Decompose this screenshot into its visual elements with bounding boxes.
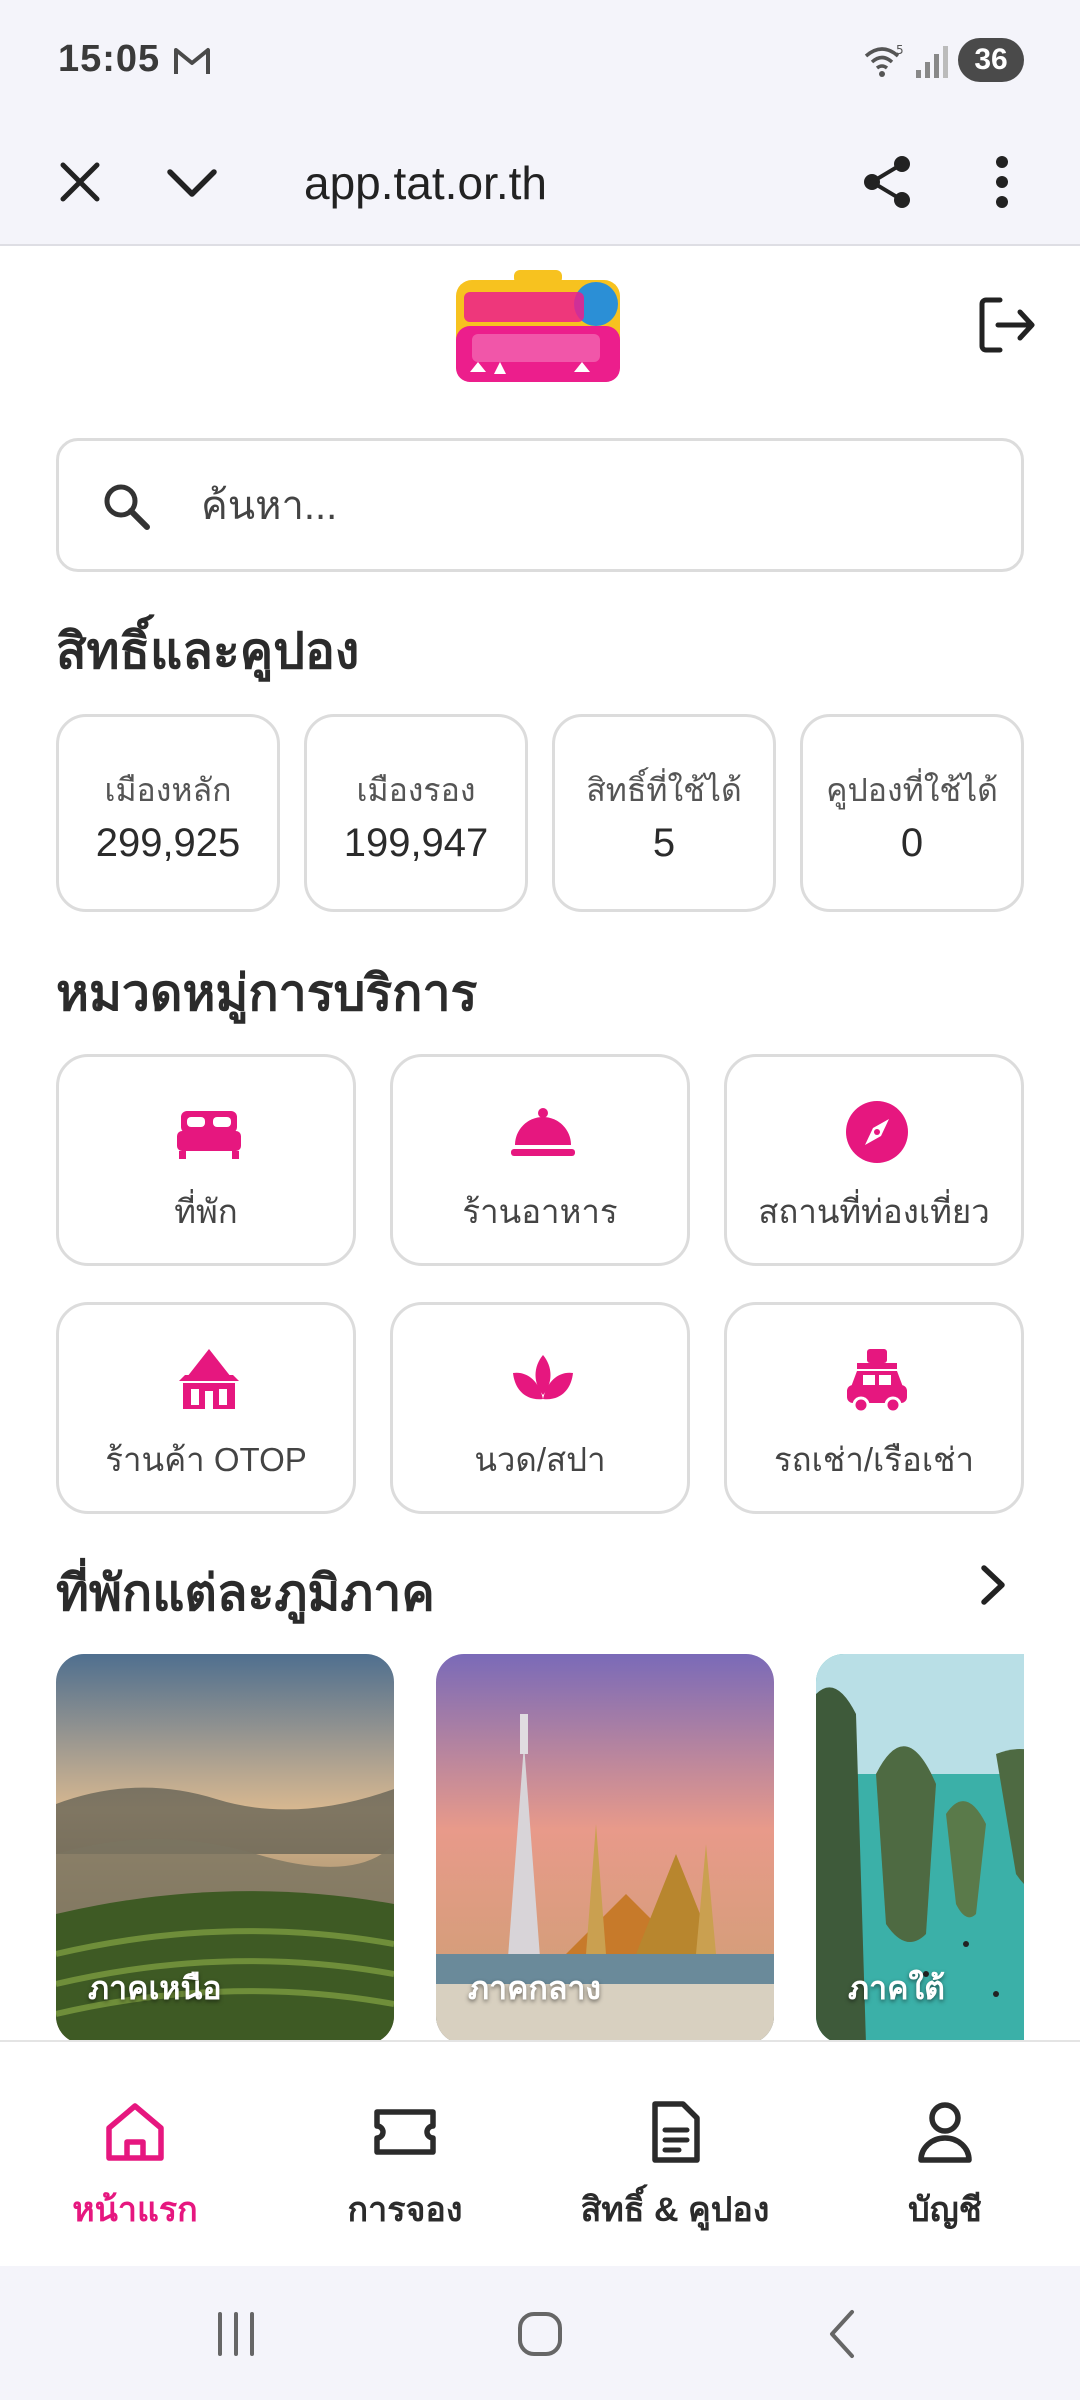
regions-carousel[interactable]: ภาคเหนือ ภาคกลาง ภาคใต้ — [0, 1654, 1024, 2044]
nav-home[interactable]: หน้าแรก — [0, 2042, 270, 2268]
app-logo — [456, 270, 620, 382]
rights-card-value: 0 — [900, 821, 924, 865]
nav-label: การจอง — [347, 2191, 463, 2229]
category-label: นวด/สปา — [474, 1441, 606, 1478]
rights-card-label: เมืองรอง — [356, 772, 476, 808]
rights-card-label: เมืองหลัก — [104, 772, 232, 808]
logout-icon[interactable] — [974, 292, 1040, 358]
category-attractions[interactable]: สถานที่ท่องเที่ยว — [724, 1054, 1024, 1266]
region-label: ภาคใต้ — [848, 1970, 945, 2006]
minimize-button[interactable] — [152, 142, 232, 222]
nav-bookings[interactable]: การจอง — [270, 2042, 540, 2268]
signal-icon — [916, 46, 948, 78]
rights-card-value: 299,925 — [95, 821, 241, 865]
rights-card-available-coupons[interactable]: คูปองที่ใช้ได้ 0 — [800, 714, 1024, 912]
share-button[interactable] — [848, 142, 928, 222]
rights-card-secondary-city[interactable]: เมืองรอง 199,947 — [304, 714, 528, 912]
user-icon — [918, 2102, 972, 2163]
category-accommodation[interactable]: ที่พัก — [56, 1054, 356, 1266]
home-button-icon[interactable] — [510, 2304, 570, 2364]
nav-rights-coupons[interactable]: สิทธิ์ & คูปอง — [540, 2042, 810, 2268]
rights-card-value: 199,947 — [343, 821, 489, 865]
gmail-icon — [174, 48, 210, 74]
thai-pavilion-icon — [179, 1349, 239, 1409]
region-card-north[interactable]: ภาคเหนือ — [56, 1654, 394, 2044]
wifi-icon: 5 — [864, 43, 904, 77]
nav-label: หน้าแรก — [72, 2191, 198, 2229]
home-icon — [106, 2103, 164, 2161]
more-vertical-icon — [996, 156, 1008, 208]
rights-card-value: 5 — [652, 821, 676, 865]
chevron-down-icon — [167, 169, 217, 197]
compass-icon — [846, 1101, 908, 1163]
ticket-icon — [374, 2109, 436, 2155]
nav-account[interactable]: บัญชี — [810, 2042, 1080, 2268]
category-label: ร้านค้า OTOP — [105, 1441, 307, 1478]
region-card-south[interactable]: ภาคใต้ — [816, 1654, 1024, 2044]
status-time: 15:05 — [58, 38, 161, 80]
status-bar: 15:05 5 36 — [0, 0, 1080, 120]
chevron-right-icon[interactable] — [972, 1560, 1012, 1610]
more-options-button[interactable] — [962, 142, 1042, 222]
category-label: รถเช่า/เรือเช่า — [773, 1441, 975, 1478]
category-car-boat-rental[interactable]: รถเช่า/เรือเช่า — [724, 1302, 1024, 1514]
search-bar[interactable] — [56, 438, 1024, 572]
nav-label: บัญชี — [908, 2191, 982, 2229]
url-text[interactable]: app.tat.or.th — [304, 156, 547, 210]
rights-card-available-rights[interactable]: สิทธิ์ที่ใช้ได้ 5 — [552, 714, 776, 912]
recent-apps-icon[interactable] — [206, 2304, 266, 2364]
region-label: ภาคเหนือ — [88, 1970, 222, 2006]
system-nav-bar — [0, 2266, 1080, 2400]
rights-card-label: สิทธิ์ที่ใช้ได้ — [586, 772, 742, 808]
close-icon — [60, 162, 100, 202]
search-input[interactable] — [201, 471, 981, 541]
category-restaurant[interactable]: ร้านอาหาร — [390, 1054, 690, 1266]
categories-section-title: หมวดหมู่การบริการ — [56, 965, 478, 1021]
region-card-central[interactable]: ภาคกลาง — [436, 1654, 774, 2044]
close-tab-button[interactable] — [40, 142, 120, 222]
back-icon[interactable] — [814, 2304, 874, 2364]
category-label: ร้านอาหาร — [462, 1193, 618, 1230]
food-cloche-icon — [511, 1108, 575, 1156]
svg-text:5: 5 — [896, 43, 904, 57]
rights-card-main-city[interactable]: เมืองหลัก 299,925 — [56, 714, 280, 912]
browser-bar: app.tat.or.th — [0, 120, 1080, 246]
region-label: ภาคกลาง — [468, 1970, 602, 2006]
bottom-nav: หน้าแรก การจอง สิทธิ์ & คูปอง บัญชี — [0, 2040, 1080, 2266]
bed-icon — [177, 1111, 241, 1159]
lotus-icon — [513, 1355, 573, 1400]
category-label: ที่พัก — [174, 1193, 238, 1230]
rights-card-label: คูปองที่ใช้ได้ — [826, 772, 998, 808]
search-icon — [104, 484, 150, 530]
document-icon — [652, 2101, 700, 2163]
rights-section-title: สิทธิ์และคูปอง — [56, 623, 360, 679]
regions-section-title: ที่พักแต่ละภูมิภาค — [56, 1565, 435, 1621]
category-label: สถานที่ท่องเที่ยว — [758, 1193, 990, 1230]
share-icon — [864, 156, 910, 208]
nav-label: สิทธิ์ & คูปอง — [580, 2191, 770, 2229]
battery-indicator: 36 — [958, 38, 1024, 82]
category-otop[interactable]: ร้านค้า OTOP — [56, 1302, 356, 1514]
car-luggage-icon — [847, 1349, 907, 1413]
category-massage-spa[interactable]: นวด/สปา — [390, 1302, 690, 1514]
